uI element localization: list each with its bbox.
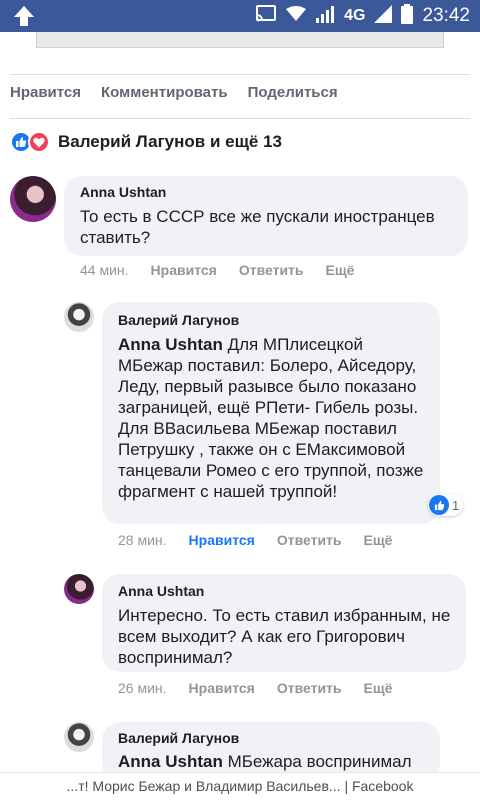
comment-like-button[interactable]: Нравится [189, 532, 255, 548]
comment-text: Anna Ushtan МБежара воспринимал [118, 751, 428, 772]
comment-reply-button[interactable]: Ответить [277, 680, 342, 696]
reactions-summary-text: Валерий Лагунов и ещё 13 [58, 132, 282, 151]
page-title-bar[interactable]: ...т! Морис Бежар и Владимир Васильев...… [0, 772, 480, 800]
comment-reply-button[interactable]: Ответить [277, 532, 342, 548]
signal-icon-2 [374, 4, 393, 28]
divider [10, 74, 470, 75]
share-button[interactable]: Поделиться [248, 84, 338, 110]
comment-body: МБежара воспринимал [222, 752, 412, 771]
comment-author[interactable]: Валерий Лагунов [118, 730, 239, 746]
like-button[interactable]: Нравится [10, 84, 81, 110]
comment-bubble: Anna Ushtan Интересно. То есть ставил из… [102, 574, 466, 672]
comment-author[interactable]: Anna Ushtan [80, 184, 166, 200]
comment-text: Anna Ushtan Для МПлисецкой МБежар постав… [118, 334, 428, 502]
comment-more-button[interactable]: Ещё [364, 532, 393, 548]
comment-text: Интересно. То есть ставил избранным, не … [118, 606, 451, 667]
comment-author[interactable]: Валерий Лагунов [118, 312, 239, 328]
mention-link[interactable]: Anna Ushtan [118, 335, 223, 354]
clock: 23:42 [422, 5, 470, 26]
love-icon [28, 131, 50, 153]
post-actions: Нравится Комментировать Поделиться [10, 84, 338, 110]
avatar[interactable] [10, 176, 56, 222]
avatar[interactable] [64, 574, 94, 604]
avatar[interactable] [64, 722, 94, 752]
wifi-icon [286, 5, 307, 27]
comment-time: 26 мин. [118, 680, 167, 696]
battery-icon [401, 3, 414, 29]
comment-meta: 26 мин. Нравится Ответить Ещё [118, 680, 414, 696]
comment-time: 44 мин. [80, 262, 129, 278]
cast-icon [255, 4, 277, 28]
arrow-up-icon [12, 4, 36, 33]
comment-like-button[interactable]: Нравится [151, 262, 217, 278]
comment-button[interactable]: Комментировать [101, 84, 228, 110]
comment-more-button[interactable]: Ещё [364, 680, 393, 696]
comment-time: 28 мин. [118, 532, 167, 548]
like-icon [429, 495, 449, 515]
avatar[interactable] [64, 302, 94, 332]
comment-author[interactable]: Anna Ushtan [118, 583, 204, 599]
reaction-count: 1 [452, 497, 460, 513]
status-icons: 4G 23:42 [255, 0, 470, 32]
comment-meta: 44 мин. Нравится Ответить Ещё [80, 262, 376, 278]
network-type: 4G [344, 7, 366, 24]
mention-link[interactable]: Anna Ushtan [118, 752, 223, 771]
comment-like-button[interactable]: Нравится [189, 680, 255, 696]
comment-meta: 28 мин. Нравится Ответить Ещё [118, 532, 414, 548]
divider [10, 118, 470, 119]
comment-reaction-badge[interactable]: 1 [428, 494, 464, 516]
comment-bubble: Валерий Лагунов Anna Ushtan Для МПлисецк… [102, 302, 440, 524]
comment-reply-button[interactable]: Ответить [239, 262, 304, 278]
comment-bubble: Anna Ushtan То есть в СССР все же пускал… [64, 176, 468, 256]
reactions-summary[interactable]: Валерий Лагунов и ещё 13 [10, 130, 282, 154]
comment-more-button[interactable]: Ещё [326, 262, 355, 278]
comment-body: Для МПлисецкой МБежар поставил: Болеро, … [118, 335, 424, 501]
status-bar: 4G 23:42 [0, 0, 480, 32]
post-image[interactable] [36, 32, 444, 48]
comment-text: То есть в СССР все же пускали иностранце… [80, 207, 435, 247]
signal-icon [315, 5, 335, 28]
